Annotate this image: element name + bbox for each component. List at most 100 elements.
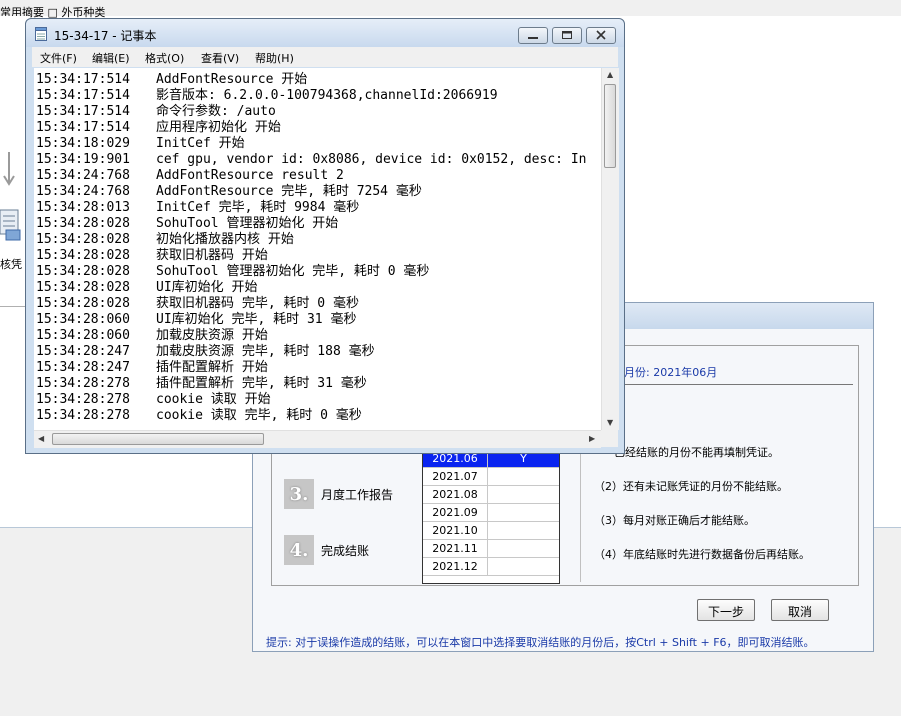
log-line: 15:34:28:060 加载皮肤资源 开始	[36, 328, 268, 344]
log-timestamp: 15:34:28:028	[36, 264, 130, 279]
size-grip[interactable]	[601, 430, 618, 447]
log-line: 15:34:28:278 插件配置解析 完毕, 耗时 31 毫秒	[36, 376, 367, 392]
background-divider	[0, 306, 28, 307]
log-line: 15:34:28:060 UI库初始化 完毕, 耗时 31 毫秒	[36, 312, 356, 328]
log-timestamp: 15:34:28:028	[36, 296, 130, 311]
log-timestamp: 15:34:24:768	[36, 184, 130, 199]
notepad-icon	[35, 27, 47, 41]
month-row[interactable]: 2021.11	[423, 540, 559, 558]
log-message: SohuTool 管理器初始化 开始	[156, 216, 339, 231]
notepad-window: 15-34-17 - 记事本 文件(F) 编辑(E) 格式(O) 查看(V) 帮…	[25, 18, 625, 454]
step-monthly-report[interactable]: 3. 月度工作报告	[284, 478, 393, 510]
month-row[interactable]: 2021.12	[423, 558, 559, 576]
log-message: 命令行参数: /auto	[156, 104, 276, 119]
log-message: 插件配置解析 开始	[156, 360, 268, 375]
rule-text-4: （4）年底结账时先进行数据备份后再结账。	[594, 548, 810, 561]
log-timestamp: 15:34:19:901	[36, 152, 130, 167]
log-line: 15:34:24:768 AddFontResource result 2	[36, 168, 344, 184]
notepad-menubar: 文件(F) 编辑(E) 格式(O) 查看(V) 帮助(H)	[32, 47, 618, 67]
scroll-up-icon[interactable]: ▲	[607, 70, 613, 79]
log-timestamp: 15:34:28:278	[36, 408, 130, 423]
log-line: 15:34:17:514 AddFontResource 开始	[36, 72, 307, 88]
notepad-text-area[interactable]: 15:34:17:514 AddFontResource 开始 15:34:17:5…	[34, 68, 609, 430]
log-timestamp: 15:34:28:028	[36, 216, 130, 231]
settled-flag-cell	[488, 486, 559, 503]
log-message: SohuTool 管理器初始化 完毕, 耗时 0 毫秒	[156, 264, 430, 279]
menu-view[interactable]: 查看(V)	[201, 50, 239, 66]
log-timestamp: 15:34:28:247	[36, 360, 130, 375]
menu-help[interactable]: 帮助(H)	[255, 50, 294, 66]
background-left-panel: 核凭	[0, 16, 28, 306]
minimize-icon	[528, 37, 538, 39]
month-cell: 2021.09	[423, 504, 488, 521]
settled-flag-cell	[488, 558, 559, 575]
step-label: 完成结账	[321, 543, 370, 558]
log-line: 15:34:17:514 命令行参数: /auto	[36, 104, 276, 120]
restore-button[interactable]	[552, 27, 582, 44]
log-timestamp: 15:34:28:028	[36, 280, 130, 295]
log-line: 15:34:28:278 cookie 读取 完毕, 耗时 0 毫秒	[36, 408, 362, 424]
cancel-button[interactable]: 取消	[771, 599, 829, 621]
horizontal-scroll-thumb[interactable]	[52, 433, 264, 445]
log-message: 插件配置解析 完毕, 耗时 31 毫秒	[156, 376, 367, 391]
scroll-left-icon[interactable]: ◀	[38, 434, 44, 443]
log-message: InitCef 开始	[156, 136, 245, 151]
log-timestamp: 15:34:17:514	[36, 120, 130, 135]
menu-file[interactable]: 文件(F)	[40, 50, 77, 66]
vertical-scrollbar[interactable]: ▲ ▼	[601, 68, 619, 430]
log-message: 应用程序初始化 开始	[156, 120, 281, 135]
current-period-label: 月份: 2021年06月	[624, 366, 718, 379]
log-line: 15:34:28:247 加载皮肤资源 完毕, 耗时 188 毫秒	[36, 344, 375, 360]
month-row[interactable]: 2021.10	[423, 522, 559, 540]
settled-flag-cell	[488, 468, 559, 485]
voucher-icon[interactable]	[0, 206, 22, 246]
scroll-down-icon[interactable]: ▼	[607, 418, 613, 427]
log-timestamp: 15:34:18:029	[36, 136, 130, 151]
log-line: 15:34:28:247 插件配置解析 开始	[36, 360, 268, 376]
month-row[interactable]: 2021.07	[423, 468, 559, 486]
month-cell: 2021.08	[423, 486, 488, 503]
month-cell: 2021.11	[423, 540, 488, 557]
log-timestamp: 15:34:28:013	[36, 200, 130, 215]
next-step-button[interactable]: 下一步	[697, 599, 755, 621]
menu-edit[interactable]: 编辑(E)	[92, 50, 130, 66]
menu-format[interactable]: 格式(O)	[145, 50, 184, 66]
settled-flag-cell	[488, 522, 559, 539]
log-message: 获取旧机器码 完毕, 耗时 0 毫秒	[156, 296, 359, 311]
close-button[interactable]	[586, 27, 616, 44]
log-message: AddFontResource 完毕, 耗时 7254 毫秒	[156, 184, 422, 199]
log-timestamp: 15:34:28:278	[36, 376, 130, 391]
log-timestamp: 15:34:28:028	[36, 232, 130, 247]
restore-icon	[562, 31, 572, 39]
log-message: cookie 读取 完毕, 耗时 0 毫秒	[156, 408, 362, 423]
log-timestamp: 15:34:24:768	[36, 168, 130, 183]
horizontal-scrollbar[interactable]: ◀ ▶	[34, 430, 601, 448]
step-label: 月度工作报告	[321, 487, 394, 502]
hint-text: 提示: 对于误操作造成的结账，可以在本窗口中选择要取消结账的月份后，按Ctrl …	[266, 636, 815, 649]
minimize-button[interactable]	[518, 27, 548, 44]
month-list-table[interactable]: 2021.05Y2021.06Y2021.072021.082021.09202…	[422, 440, 560, 584]
log-line: 15:34:28:028 获取旧机器码 开始	[36, 248, 268, 264]
month-row[interactable]: 2021.08	[423, 486, 559, 504]
log-timestamp: 15:34:17:514	[36, 104, 130, 119]
period-divider	[622, 384, 853, 385]
log-message: AddFontResource 开始	[156, 72, 308, 87]
log-timestamp: 15:34:28:060	[36, 328, 130, 343]
step-complete-settlement[interactable]: 4. 完成结账	[284, 534, 369, 566]
month-row[interactable]: 2021.09	[423, 504, 559, 522]
background-toolbar-strip: 常用摘要 □ 外币种类	[0, 0, 901, 19]
log-message: AddFontResource result 2	[156, 168, 344, 183]
log-message: 初始化播放器内核 开始	[156, 232, 294, 247]
month-cell: 2021.12	[423, 558, 488, 575]
log-message: UI库初始化 完毕, 耗时 31 毫秒	[156, 312, 357, 327]
month-cell: 2021.10	[423, 522, 488, 539]
scroll-right-icon[interactable]: ▶	[589, 434, 595, 443]
log-line: 15:34:19:901 cef gpu, vendor id: 0x8086, …	[36, 152, 586, 168]
month-cell: 2021.07	[423, 468, 488, 485]
log-timestamp: 15:34:28:247	[36, 344, 130, 359]
notepad-titlebar[interactable]: 15-34-17 - 记事本	[26, 19, 624, 47]
log-timestamp: 15:34:17:514	[36, 88, 130, 103]
vertical-scroll-thumb[interactable]	[604, 84, 616, 168]
log-message: 影音版本: 6.2.0.0-100794368,channelId:206691…	[156, 88, 498, 103]
settled-flag-cell	[488, 504, 559, 521]
